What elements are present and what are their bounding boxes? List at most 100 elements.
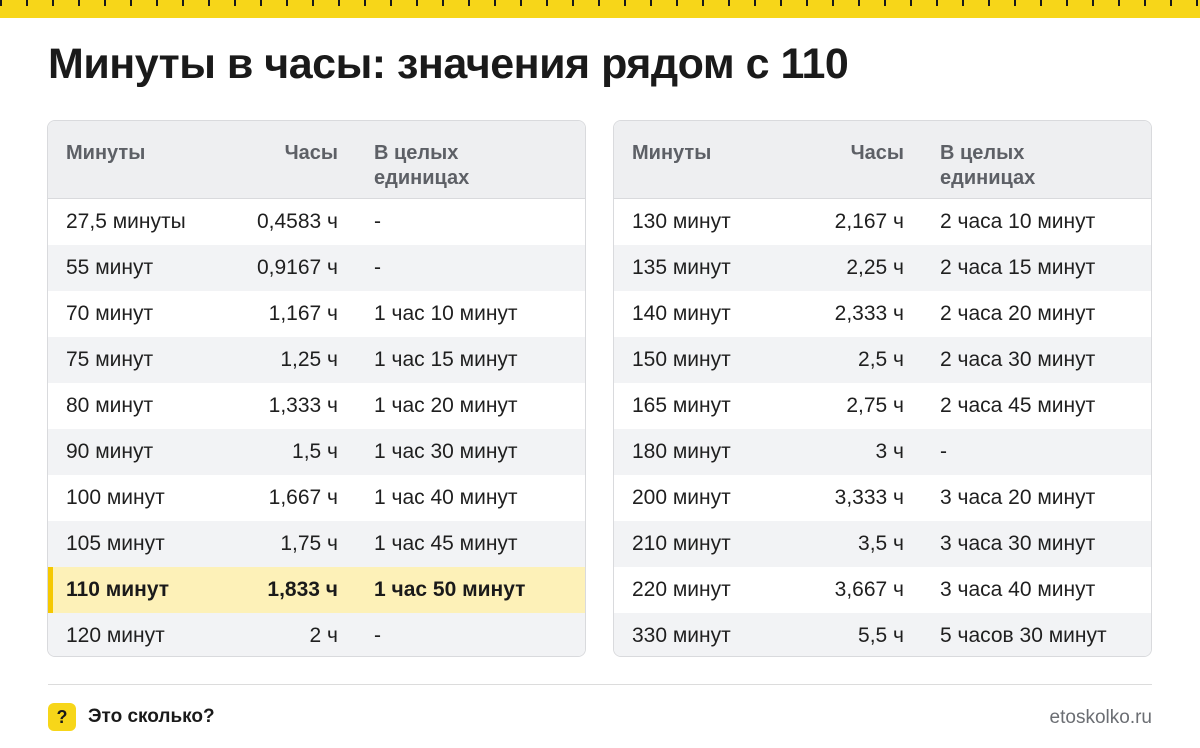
cell-minutes: 200 минут [632, 486, 731, 509]
cell-hours: 1,25 ч [280, 348, 338, 371]
header-whole-units: В целых единицах [904, 121, 1151, 198]
cell-hours: 2,167 ч [834, 210, 904, 233]
conversion-table-right: Минуты Часы В целых единицах 130 минут 2,… [613, 120, 1152, 657]
cell-hours: 1,333 ч [268, 394, 338, 417]
cell-hours: 3,333 ч [834, 486, 904, 509]
table-header: Минуты Часы В целых единицах [48, 121, 585, 199]
cell-minutes: 70 минут [66, 302, 154, 325]
cell-whole: 3 часа 40 минут [940, 578, 1096, 601]
header-hours: Часы [850, 142, 904, 164]
cell-whole: 5 часов 30 минут [940, 624, 1107, 647]
cell-hours: 1,833 ч [267, 578, 338, 601]
table-body: 130 минут 2,167 ч 2 часа 10 минут 135 мину… [614, 199, 1151, 656]
cell-whole: - [374, 256, 381, 279]
header-whole-line1: В целых [940, 142, 1025, 164]
table-row: 105 минут 1,75 ч 1 час 45 минут [48, 521, 585, 567]
cell-hours: 1,667 ч [268, 486, 338, 509]
cell-whole: 1 час 15 минут [374, 348, 518, 371]
cell-hours: 1,75 ч [280, 532, 338, 555]
table-header: Минуты Часы В целых единицах [614, 121, 1151, 199]
cell-minutes: 220 минут [632, 578, 731, 601]
cell-minutes: 110 минут [66, 578, 170, 601]
cell-minutes: 180 минут [632, 440, 731, 463]
cell-minutes: 105 минут [66, 532, 165, 555]
header-minutes: Минуты [632, 142, 712, 164]
table-row: 120 минут 2 ч - [48, 613, 585, 656]
cell-hours: 0,9167 ч [256, 256, 338, 279]
cell-hours: 1,5 ч [292, 440, 338, 463]
cell-minutes: 120 минут [66, 624, 165, 647]
table-row: 330 минут 5,5 ч 5 часов 30 минут [614, 613, 1151, 656]
cell-minutes: 150 минут [632, 348, 731, 371]
cell-minutes: 140 минут [632, 302, 731, 325]
site-url: etoskolko.ru [1049, 707, 1152, 728]
brand-name: Это сколько? [88, 706, 215, 727]
header-whole-line1: В целых [374, 142, 459, 164]
cell-whole: - [374, 624, 381, 647]
header-whole-units: В целых единицах [338, 121, 585, 198]
cell-hours: 0,4583 ч [256, 210, 338, 233]
cell-hours: 2,75 ч [846, 394, 904, 417]
cell-minutes: 330 минут [632, 624, 731, 647]
table-row: 180 минут 3 ч - [614, 429, 1151, 475]
cell-hours: 1,167 ч [268, 302, 338, 325]
table-row: 140 минут 2,333 ч 2 часа 20 минут [614, 291, 1151, 337]
cell-whole: 3 часа 30 минут [940, 532, 1096, 555]
table-row: 100 минут 1,667 ч 1 час 40 минут [48, 475, 585, 521]
cell-whole: 1 час 10 минут [374, 302, 518, 325]
cell-minutes: 130 минут [632, 210, 731, 233]
header-minutes: Минуты [66, 142, 146, 164]
cell-whole: - [940, 440, 947, 463]
cell-whole: 1 час 45 минут [374, 532, 518, 555]
cell-hours: 2 ч [309, 624, 338, 647]
table-row: 220 минут 3,667 ч 3 часа 40 минут [614, 567, 1151, 613]
cell-hours: 3 ч [875, 440, 904, 463]
footer-divider [48, 684, 1152, 685]
table-row: 80 минут 1,333 ч 1 час 20 минут [48, 383, 585, 429]
table-body: 27,5 минуты 0,4583 ч - 55 минут 0,9167 ч - 7… [48, 199, 585, 656]
cell-whole: - [374, 210, 381, 233]
cell-whole: 1 час 50 минут [374, 578, 526, 601]
cell-minutes: 165 минут [632, 394, 731, 417]
cell-hours: 5,5 ч [858, 624, 904, 647]
cell-minutes: 80 минут [66, 394, 154, 417]
table-row: 130 минут 2,167 ч 2 часа 10 минут [614, 199, 1151, 245]
cell-hours: 3,667 ч [834, 578, 904, 601]
table-row: 210 минут 3,5 ч 3 часа 30 минут [614, 521, 1151, 567]
cell-whole: 1 час 20 минут [374, 394, 518, 417]
cell-minutes: 55 минут [66, 256, 154, 279]
header-hours: Часы [284, 142, 338, 164]
table-row: 200 минут 3,333 ч 3 часа 20 минут [614, 475, 1151, 521]
cell-whole: 2 часа 15 минут [940, 256, 1096, 279]
table-row: 55 минут 0,9167 ч - [48, 245, 585, 291]
cell-minutes: 75 минут [66, 348, 154, 371]
cell-whole: 2 часа 30 минут [940, 348, 1096, 371]
table-row: 70 минут 1,167 ч 1 час 10 минут [48, 291, 585, 337]
cell-whole: 3 часа 20 минут [940, 486, 1096, 509]
conversion-table-left: Минуты Часы В целых единицах 27,5 минуты… [47, 120, 586, 657]
cell-whole: 2 часа 20 минут [940, 302, 1096, 325]
cell-minutes: 210 минут [632, 532, 731, 555]
table-row: 90 минут 1,5 ч 1 час 30 минут [48, 429, 585, 475]
cell-hours: 2,25 ч [846, 256, 904, 279]
cell-minutes: 100 минут [66, 486, 165, 509]
cell-minutes: 90 минут [66, 440, 154, 463]
table-row: 27,5 минуты 0,4583 ч - [48, 199, 585, 245]
cell-whole: 2 часа 10 минут [940, 210, 1096, 233]
page-title: Минуты в часы: значения рядом с 110 [48, 40, 849, 88]
cell-hours: 2,333 ч [834, 302, 904, 325]
header-whole-line2: единицах [374, 167, 470, 189]
question-icon: ? [48, 703, 76, 731]
table-row: 165 минут 2,75 ч 2 часа 45 минут [614, 383, 1151, 429]
table-row: 150 минут 2,5 ч 2 часа 30 минут [614, 337, 1151, 383]
cell-minutes: 27,5 минуты [66, 210, 186, 233]
table-row: 75 минут 1,25 ч 1 час 15 минут [48, 337, 585, 383]
ruler-stripe [0, 0, 1200, 18]
cell-hours: 2,5 ч [858, 348, 904, 371]
cell-whole: 2 часа 45 минут [940, 394, 1096, 417]
cell-minutes: 135 минут [632, 256, 731, 279]
cell-whole: 1 час 40 минут [374, 486, 518, 509]
header-whole-line2: единицах [940, 167, 1036, 189]
table-row: 135 минут 2,25 ч 2 часа 15 минут [614, 245, 1151, 291]
table-row-highlighted: 110 минут 1,833 ч 1 час 50 минут [48, 567, 585, 613]
